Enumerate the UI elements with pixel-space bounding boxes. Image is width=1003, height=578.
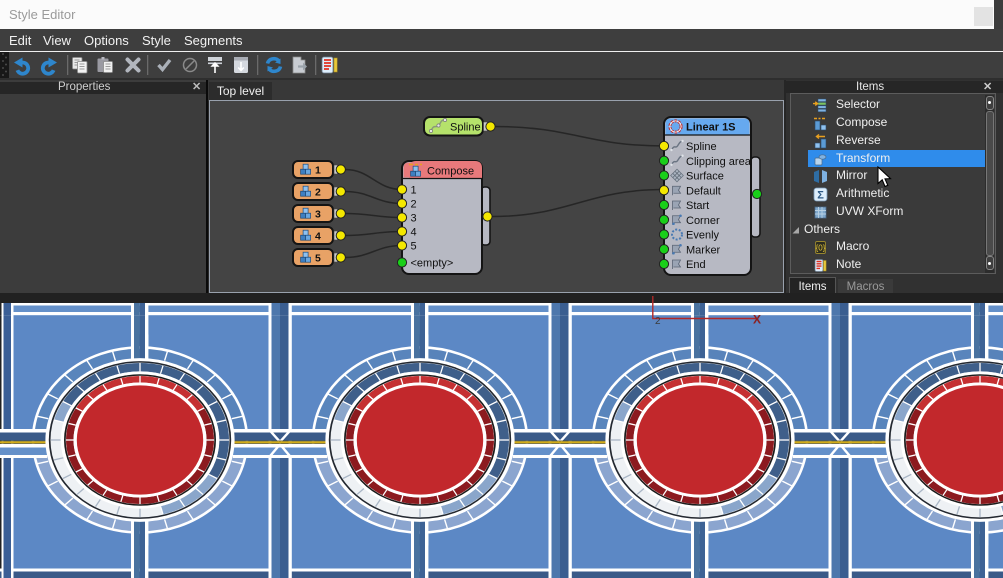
svg-text:4: 4	[315, 231, 321, 243]
svg-text:Start: Start	[686, 200, 709, 212]
svg-text:3: 3	[315, 209, 321, 221]
svg-text:Marker: Marker	[686, 244, 721, 256]
svg-text:End: End	[686, 259, 706, 271]
svg-text:3: 3	[411, 213, 417, 225]
svg-text:X: X	[753, 313, 761, 327]
svg-text:5: 5	[411, 241, 417, 253]
svg-text:4: 4	[411, 227, 417, 239]
svg-text:2: 2	[411, 199, 417, 211]
svg-text:2: 2	[655, 316, 661, 327]
svg-text:<empty>: <empty>	[411, 258, 454, 270]
svg-text:1: 1	[315, 165, 321, 177]
svg-text:Spline: Spline	[450, 122, 481, 134]
svg-text:{0}: {0}	[816, 244, 826, 253]
svg-text:Linear 1S: Linear 1S	[686, 122, 736, 134]
svg-text:Default: Default	[686, 185, 721, 197]
svg-text:Corner: Corner	[686, 215, 720, 227]
svg-text:Clipping area: Clipping area	[686, 156, 752, 168]
svg-text:Spline: Spline	[686, 141, 717, 153]
svg-text:Compose: Compose	[427, 166, 474, 178]
svg-text:Σ: Σ	[817, 190, 824, 202]
svg-text:1: 1	[411, 185, 417, 197]
svg-text:Evenly: Evenly	[686, 230, 720, 242]
svg-text:2: 2	[315, 187, 321, 199]
svg-text:Surface: Surface	[686, 171, 724, 183]
svg-text:5: 5	[315, 253, 321, 265]
